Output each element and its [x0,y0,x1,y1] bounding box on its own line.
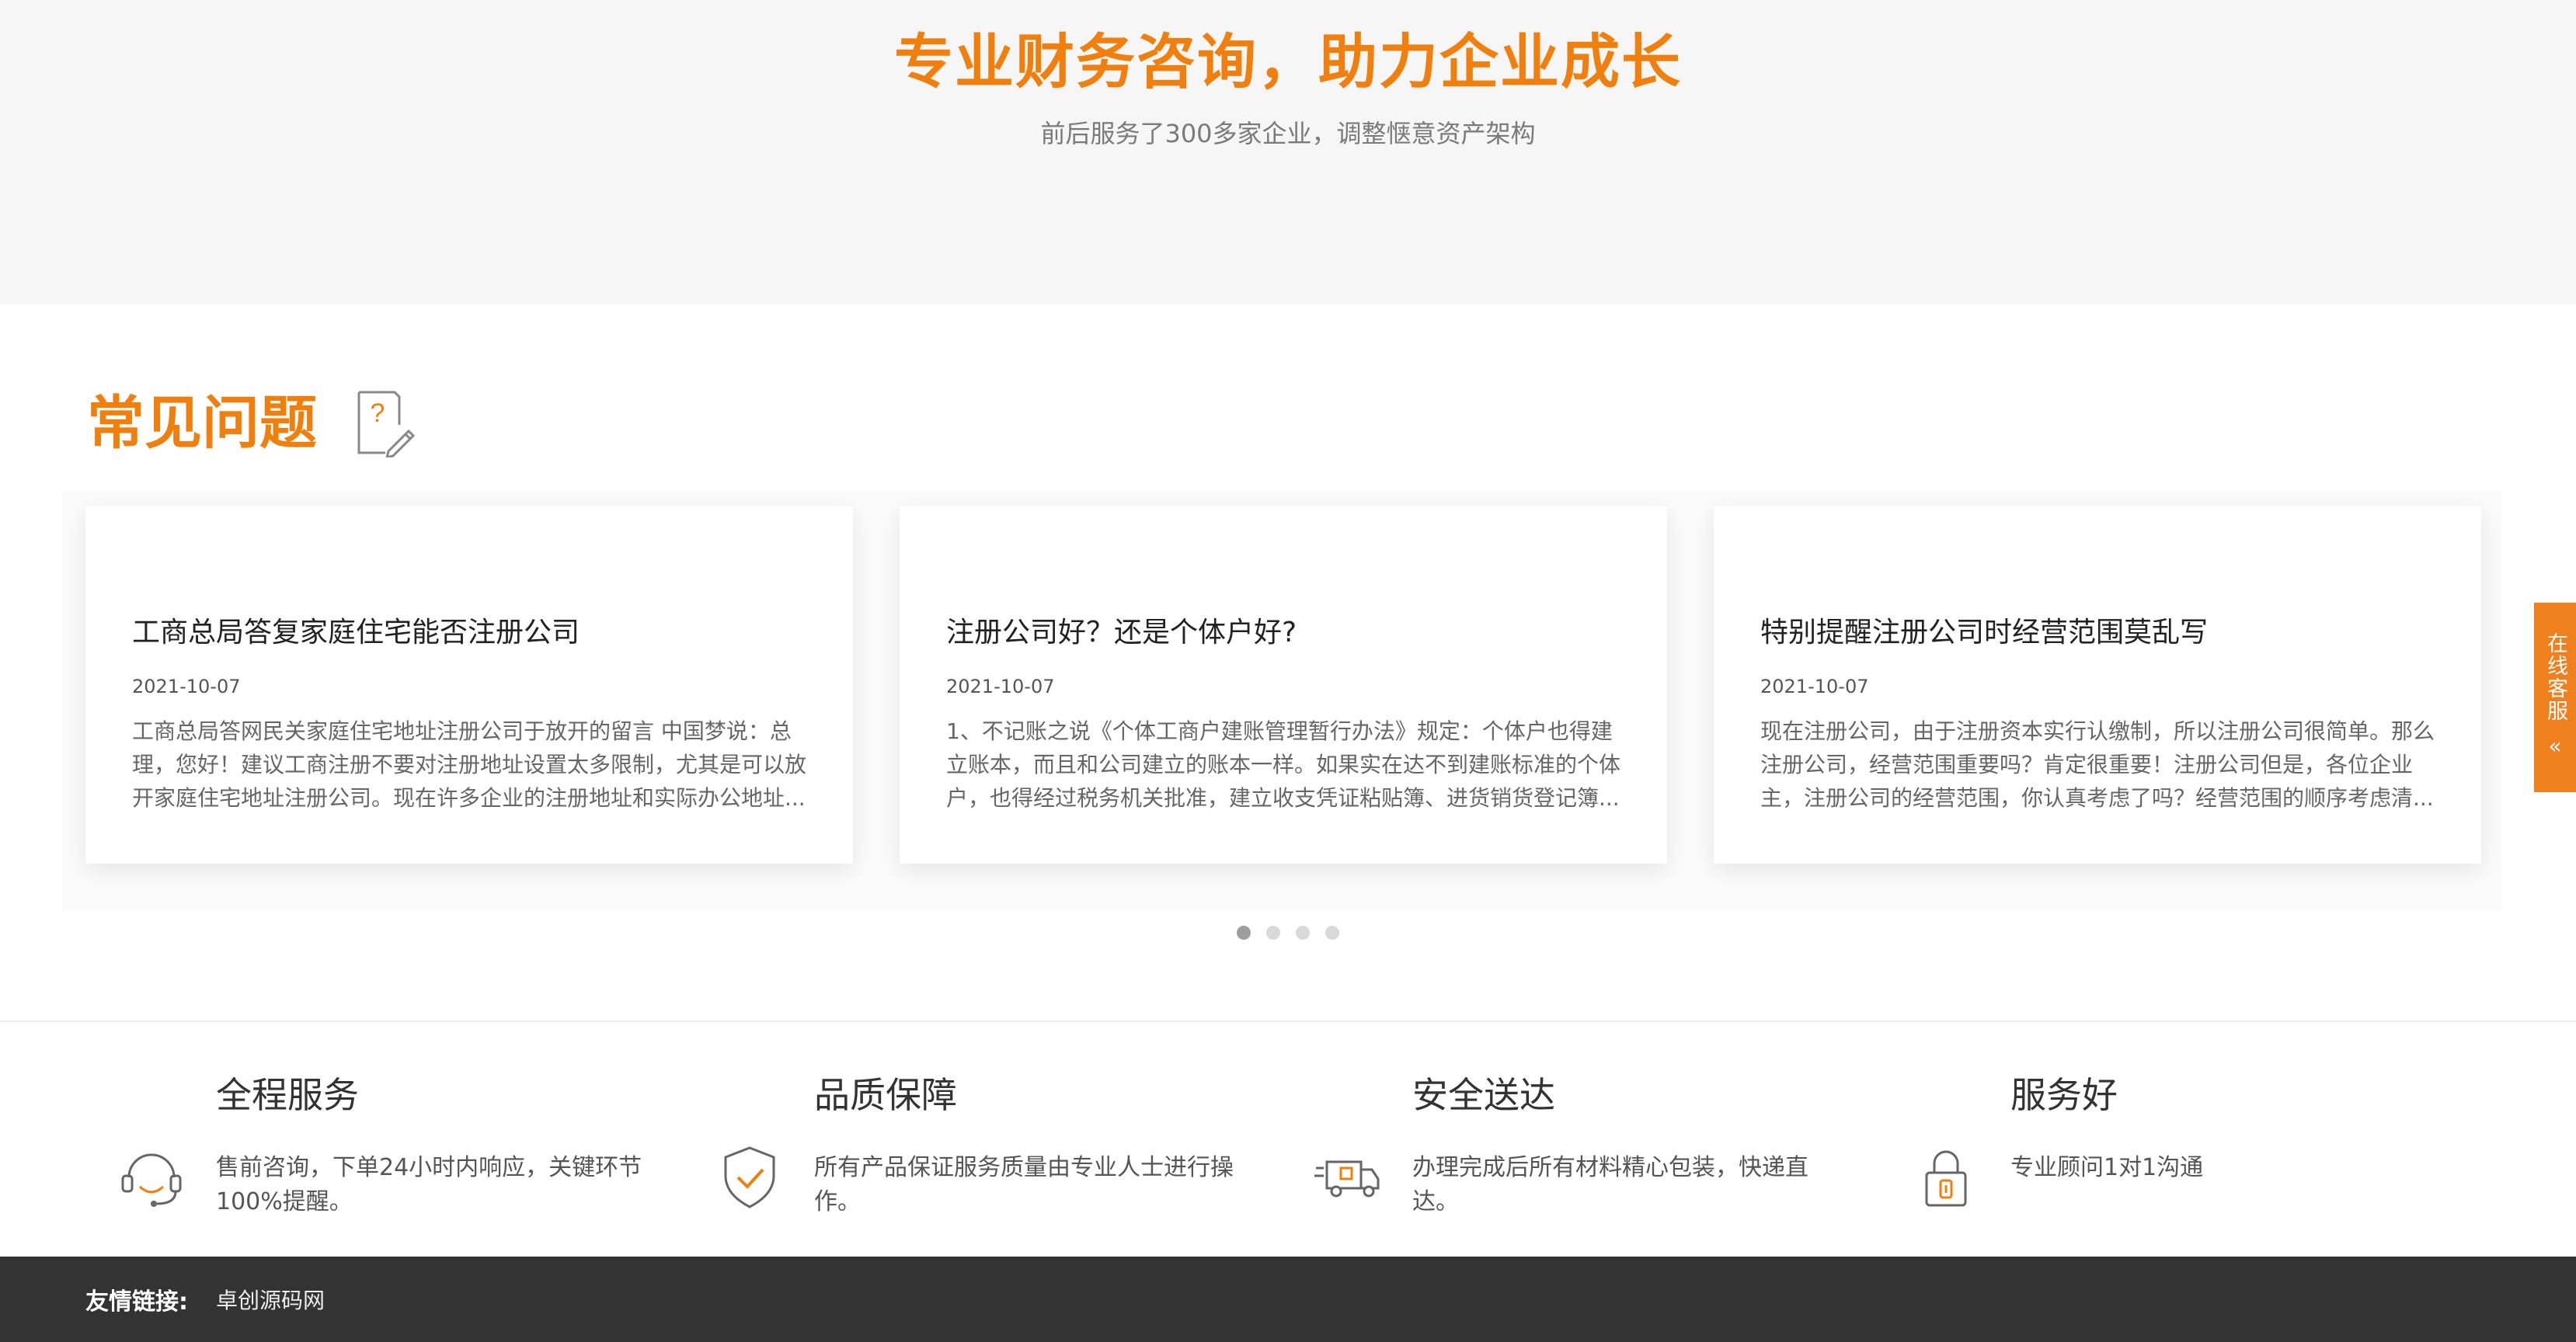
card-date: 2021-10-07 [132,676,241,697]
hero-banner: 专业财务咨询，助力企业成长 前后服务了300多家企业，调整惬意资产架构 [0,0,2576,304]
card-title[interactable]: 工商总局答复家庭住宅能否注册公司 [132,614,822,652]
card-excerpt: 现在注册公司，由于注册资本实行认缴制，所以注册公司很简单。那么注册公司，经营范围… [1760,718,2435,811]
carousel-dot[interactable] [1296,926,1310,940]
carousel-dot[interactable] [1266,926,1280,940]
footer: 友情链接: 卓创源码网 [0,1257,2576,1342]
feature-desc: 专业顾问1对1沟通 [2010,1154,2204,1181]
features-bar: 全程服务 售前咨询，下单24小时内响应，关键环节100%提醒。 品质保障 所有产… [0,1020,2576,1257]
card-excerpt: 1、不记账之说《个体工商户建账管理暂行办法》规定：个体户也得建立账本，而且和公司… [946,718,1620,811]
feature-item: 品质保障 所有产品保证服务质量由专业人士进行操作。 [715,1070,1258,1226]
page: 专业财务咨询，助力企业成长 前后服务了300多家企业，调整惬意资产架构 常见问题… [0,0,2576,1342]
feature-desc: 售前咨询，下单24小时内响应，关键环节100%提醒。 [216,1154,642,1215]
card-date: 2021-10-07 [946,676,1055,697]
online-service-label: 在线客服 [2543,632,2567,722]
feature-item: 服务好 专业顾问1对1沟通 [1911,1070,2455,1226]
card-title[interactable]: 注册公司好？还是个体户好? [946,614,1636,652]
faq-card[interactable]: 工商总局答复家庭住宅能否注册公司 2021-10-07 工商总局答网民关家庭住宅… [85,506,853,864]
hero-subtitle: 前后服务了300多家企业，调整惬意资产架构 [1040,119,1536,148]
feature-title: 服务好 [2010,1074,2118,1116]
faq-header: 常见问题 ? [87,381,415,466]
shield-check-icon [724,1146,775,1208]
double-chevron-left-icon: « [2548,733,2562,759]
card-title[interactable]: 特别提醒注册公司时经营范围莫乱写 [1760,614,2450,652]
feature-desc: 办理完成后所有材料精心包装，快递直达。 [1412,1154,1808,1215]
card-date: 2021-10-07 [1760,676,1869,697]
faq-card[interactable]: 注册公司好？还是个体户好? 2021-10-07 1、不记账之说《个体工商户建账… [900,506,1667,864]
faq-card[interactable]: 特别提醒注册公司时经营范围莫乱写 2021-10-07 现在注册公司，由于注册资… [1714,506,2481,864]
feature-item: 安全送达 办理完成后所有材料精心包装，快递直达。 [1313,1070,1857,1226]
hero-title: 专业财务咨询，助力企业成长 [894,27,1682,96]
friend-links-label: 友情链接: [85,1288,188,1316]
delivery-truck-icon [1314,1160,1380,1198]
faq-carousel: 工商总局答复家庭住宅能否注册公司 2021-10-07 工商总局答网民关家庭住宅… [62,491,2501,910]
carousel-dot[interactable] [1237,926,1251,940]
feature-item: 全程服务 售前咨询，下单24小时内响应，关键环节100%提醒。 [117,1070,660,1226]
friend-link[interactable]: 卓创源码网 [216,1284,325,1315]
feature-title: 全程服务 [216,1074,359,1116]
headset-icon [121,1153,182,1207]
card-excerpt: 工商总局答网民关家庭住宅地址注册公司于放开的留言 中国梦说：总理，您好！建议工商… [132,718,806,811]
carousel-pagination [0,926,2576,940]
lock-icon [1925,1150,1967,1207]
online-service-tab[interactable]: 在线客服 « [2534,603,2576,792]
feature-title: 品质保障 [814,1074,957,1116]
svg-text:?: ? [371,398,385,428]
feature-title: 安全送达 [1412,1074,1555,1116]
carousel-dot[interactable] [1325,926,1339,940]
faq-title: 常见问题 [87,390,317,457]
feature-desc: 所有产品保证服务质量由专业人士进行操作。 [814,1154,1234,1215]
question-note-icon: ? [357,391,415,457]
